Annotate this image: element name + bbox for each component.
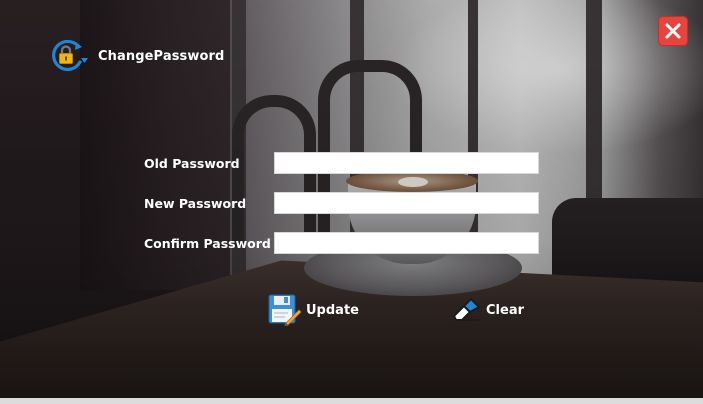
- floppy-disk-pencil-icon: [268, 294, 302, 326]
- confirm-password-label: Confirm Password: [144, 235, 271, 251]
- clear-button[interactable]: Clear: [452, 298, 524, 322]
- new-password-label: New Password: [144, 195, 247, 211]
- clear-label: Clear: [486, 302, 524, 318]
- new-password-input[interactable]: [274, 192, 539, 214]
- window-title: ChangePassword: [48, 38, 224, 72]
- lock-refresh-icon: [52, 39, 88, 72]
- eraser-icon: [453, 298, 480, 321]
- close-icon: [665, 23, 681, 39]
- old-password-row: Old Password: [144, 152, 539, 174]
- old-password-input[interactable]: [274, 152, 539, 174]
- update-label: Update: [306, 302, 359, 318]
- old-password-label: Old Password: [144, 155, 240, 171]
- window-frame-bottom: [0, 398, 703, 404]
- confirm-password-row: Confirm Password: [144, 232, 539, 254]
- window-title-text: ChangePassword: [98, 48, 225, 64]
- change-password-window: ChangePassword Old Password New Password…: [0, 0, 703, 404]
- new-password-row: New Password: [144, 192, 539, 214]
- update-button[interactable]: Update: [268, 294, 359, 326]
- close-button[interactable]: [658, 16, 688, 46]
- confirm-password-input[interactable]: [274, 232, 539, 254]
